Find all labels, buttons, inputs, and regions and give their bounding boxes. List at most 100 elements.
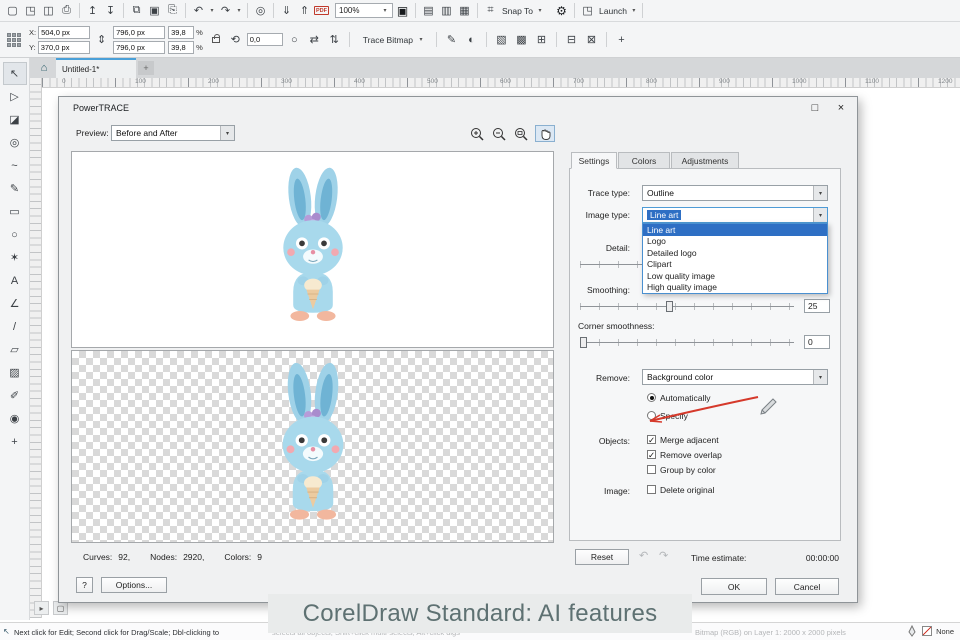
image-adjust-icon[interactable]: ◐ bbox=[463, 32, 480, 48]
duplicate-icon[interactable]: ⎘ bbox=[164, 3, 181, 19]
scale-x-field[interactable]: 39,8 bbox=[168, 25, 195, 39]
view-enhanced-icon[interactable]: ▥ bbox=[438, 3, 455, 19]
dropdown-option[interactable]: Logo bbox=[643, 236, 827, 248]
transparency-tool[interactable]: ▨ bbox=[3, 361, 27, 384]
tab-colors[interactable]: Colors bbox=[618, 152, 670, 169]
mirror-horizontal-icon[interactable]: ⇄ bbox=[306, 32, 323, 48]
crop-tool[interactable]: ◪ bbox=[3, 108, 27, 131]
bitmap-border-icon[interactable]: ▩ bbox=[513, 32, 530, 48]
pattern-fill-icon[interactable]: ▧ bbox=[493, 32, 510, 48]
shadow-tool[interactable]: ▱ bbox=[3, 338, 27, 361]
eyedropper-tool[interactable]: ✐ bbox=[3, 384, 27, 407]
remove-select[interactable]: Background color ▾ bbox=[642, 369, 828, 385]
undo-icon[interactable]: ↶ bbox=[190, 3, 207, 19]
export-icon[interactable]: ⇑ bbox=[296, 3, 313, 19]
snap-to-button[interactable]: Snap To bbox=[500, 6, 535, 16]
copy-icon[interactable]: ⧉ bbox=[128, 3, 145, 19]
lock-ratio-icon[interactable] bbox=[211, 33, 220, 43]
zoom-tool[interactable]: ◎ bbox=[3, 131, 27, 154]
zoom-level-select[interactable]: 100% ▾ bbox=[335, 3, 393, 18]
pan-button[interactable] bbox=[535, 125, 555, 142]
mirror-vertical-icon[interactable]: ⇅ bbox=[326, 32, 343, 48]
bezier-tool[interactable]: ✎ bbox=[3, 177, 27, 200]
snap-to-dropdown-icon[interactable]: ▾ bbox=[536, 7, 544, 14]
remove-overlap-checkbox[interactable]: ✓ bbox=[647, 450, 656, 459]
trace-type-select[interactable]: Outline ▾ bbox=[642, 185, 828, 201]
zoom-to-fit-button[interactable] bbox=[511, 125, 531, 142]
frame-icon[interactable]: ⊟ bbox=[563, 32, 580, 48]
grid-icon[interactable]: ⊞ bbox=[533, 32, 550, 48]
undo-dropdown-icon[interactable]: ▾ bbox=[208, 7, 216, 14]
save-icon[interactable]: ◫ bbox=[40, 3, 57, 19]
snap-options-icon[interactable]: ⌗ bbox=[482, 3, 499, 19]
import-icon[interactable]: ⇓ bbox=[278, 3, 295, 19]
ok-button[interactable]: OK bbox=[701, 578, 767, 595]
object-width-field[interactable]: 796,0 px bbox=[113, 25, 166, 39]
home-icon[interactable]: ⌂ bbox=[34, 60, 54, 76]
zoom-in-button[interactable] bbox=[467, 125, 487, 142]
delete-original-checkbox[interactable] bbox=[647, 485, 656, 494]
smoothing-slider[interactable] bbox=[580, 301, 794, 312]
edit-bitmap-icon[interactable]: ✎ bbox=[443, 32, 460, 48]
object-height-field[interactable]: 796,0 px bbox=[113, 40, 166, 54]
mesh-icon[interactable]: ⊠ bbox=[583, 32, 600, 48]
document-tab[interactable]: Untitled-1* bbox=[56, 58, 136, 78]
object-origin-grid[interactable] bbox=[7, 32, 21, 47]
corner-value-field[interactable]: 0 bbox=[804, 335, 830, 349]
dropdown-option[interactable]: Low quality image bbox=[643, 270, 827, 282]
connector-tool[interactable]: / bbox=[3, 315, 27, 338]
horizontal-ruler[interactable]: 0 100 200 300 400 500 600 700 800 900 10… bbox=[42, 78, 960, 88]
rectangle-tool[interactable]: ▭ bbox=[3, 200, 27, 223]
view-pixels-icon[interactable]: ▦ bbox=[456, 3, 473, 19]
ellipse-tool[interactable]: ○ bbox=[3, 223, 27, 246]
scale-y-field[interactable]: 39,8 bbox=[168, 40, 195, 54]
add-tool-icon[interactable]: + bbox=[613, 32, 630, 48]
launch-dropdown-icon[interactable]: ▾ bbox=[630, 7, 638, 14]
new-document-icon[interactable]: ▢ bbox=[4, 3, 21, 19]
view-simple-icon[interactable]: ▤ bbox=[420, 3, 437, 19]
redo-icon[interactable]: ↷ bbox=[217, 3, 234, 19]
gear-icon[interactable]: ⚙ bbox=[553, 3, 570, 19]
corner-smoothness-slider[interactable] bbox=[580, 337, 794, 348]
search-icon[interactable]: ◎ bbox=[252, 3, 269, 19]
rotation-angle-field[interactable]: 0,0 bbox=[246, 33, 283, 46]
dimension-tool[interactable]: ∠ bbox=[3, 292, 27, 315]
corner-slider-thumb[interactable] bbox=[580, 337, 587, 348]
redo-dropdown-icon[interactable]: ▾ bbox=[235, 7, 243, 14]
close-icon[interactable]: × bbox=[833, 100, 849, 115]
page-tab-button[interactable]: ▢ bbox=[53, 601, 68, 615]
preview-before-pane[interactable] bbox=[71, 151, 554, 348]
tab-settings[interactable]: Settings bbox=[571, 152, 617, 169]
ellipse-reference-icon[interactable]: ○ bbox=[286, 32, 303, 48]
text-tool[interactable]: A bbox=[3, 269, 27, 292]
more-tools-button[interactable]: + bbox=[3, 430, 27, 453]
dropdown-option[interactable]: Line art bbox=[643, 224, 827, 236]
preview-select[interactable]: Before and After ▾ bbox=[111, 125, 235, 141]
smoothing-slider-thumb[interactable] bbox=[665, 301, 673, 312]
maximize-icon[interactable]: □ bbox=[807, 100, 823, 115]
merge-adjacent-checkbox[interactable]: ✓ bbox=[647, 435, 656, 444]
publish-pdf-icon[interactable]: PDF bbox=[314, 6, 329, 15]
dropdown-option[interactable]: Detailed logo bbox=[643, 247, 827, 259]
fullscreen-preview-icon[interactable]: ▣ bbox=[394, 3, 411, 19]
dropdown-option[interactable]: Clipart bbox=[643, 259, 827, 271]
download-icon[interactable]: ↧ bbox=[102, 3, 119, 19]
y-position-field[interactable]: 370,0 px bbox=[37, 40, 90, 54]
trace-bitmap-button[interactable]: Trace Bitmap ▾ bbox=[356, 32, 430, 48]
smoothing-value-field[interactable]: 25 bbox=[804, 299, 830, 313]
pick-tool[interactable]: ↖ bbox=[2, 62, 27, 85]
tab-adjustments[interactable]: Adjustments bbox=[671, 152, 739, 169]
next-page-button[interactable]: ▸ bbox=[34, 601, 49, 615]
help-button[interactable]: ? bbox=[76, 577, 93, 593]
image-type-select[interactable]: Line art ▾ bbox=[642, 207, 828, 223]
redo-icon[interactable]: ↷ bbox=[659, 549, 668, 562]
launch-button[interactable]: Launch bbox=[597, 6, 629, 16]
group-by-color-checkbox[interactable] bbox=[647, 465, 656, 474]
shape-tool[interactable]: ▷ bbox=[3, 85, 27, 108]
open-icon[interactable]: ◳ bbox=[22, 3, 39, 19]
print-icon[interactable]: ⎙ bbox=[58, 3, 75, 19]
cancel-button[interactable]: Cancel bbox=[775, 578, 839, 595]
dropdown-option[interactable]: High quality image bbox=[643, 282, 827, 294]
options-button[interactable]: Options... bbox=[101, 577, 167, 593]
freehand-tool[interactable]: ~ bbox=[3, 154, 27, 177]
